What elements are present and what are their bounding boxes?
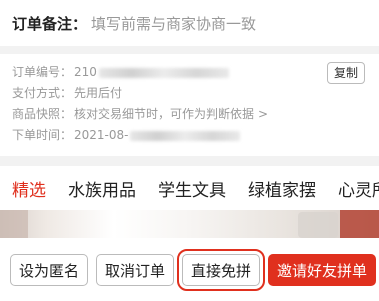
order-remark-placeholder: 填写前需与商家协商一致 [91,14,257,33]
category-tabs: 精选 水族用品 学生文具 绿植家摆 心灵所 [0,166,379,210]
order-time-value: 2021-08- [74,128,129,142]
snapshot-row[interactable]: 商品快照： 核对交易细节时，可作为判断依据 > [12,104,367,125]
tab-plants[interactable]: 绿植家摆 [248,176,316,201]
order-number-value: 210 [74,65,97,79]
payment-method-row: 支付方式： 先用后付 [12,83,367,104]
product-banner-image [0,210,379,238]
order-info-section: 订单编号： 210 复制 支付方式： 先用后付 商品快照： 核对交易细节时，可作… [0,54,379,156]
order-action-bar: 设为匿名 取消订单 直接免拼 邀请好友拼单 [0,238,379,301]
set-anonymous-button[interactable]: 设为匿名 [10,253,89,286]
snapshot-value: 核对交易细节时，可作为判断依据 [74,107,255,121]
payment-method-label: 支付方式： [12,86,73,100]
invite-friends-button[interactable]: 邀请好友拼单 [268,253,377,286]
banner-shape [340,210,379,238]
tab-aquarium[interactable]: 水族用品 [68,176,136,201]
cancel-order-button[interactable]: 取消订单 [96,253,175,286]
snapshot-label: 商品快照： [12,107,73,121]
banner-shape [298,212,338,238]
skip-group-button[interactable]: 直接免拼 [177,248,266,291]
copy-button[interactable]: 复制 [326,62,365,84]
section-divider [0,46,379,54]
order-number-redacted [98,67,229,78]
order-remark-field[interactable]: 订单备注： 填写前需与商家协商一致 [0,0,379,46]
tab-stationery[interactable]: 学生文具 [158,176,226,201]
order-remark-label: 订单备注： [12,14,88,33]
order-time-row: 下单时间： 2021-08- [12,125,367,146]
order-time-label: 下单时间： [12,128,73,142]
order-time-redacted [130,130,241,141]
banner-shape [0,210,28,238]
chevron-right-icon: > [258,107,269,121]
tab-featured[interactable]: 精选 [12,176,46,201]
tab-more[interactable]: 心灵所 [338,176,379,201]
order-number-row: 订单编号： 210 复制 [12,62,367,84]
payment-method-value: 先用后付 [74,86,123,100]
order-number-label: 订单编号： [12,65,73,79]
